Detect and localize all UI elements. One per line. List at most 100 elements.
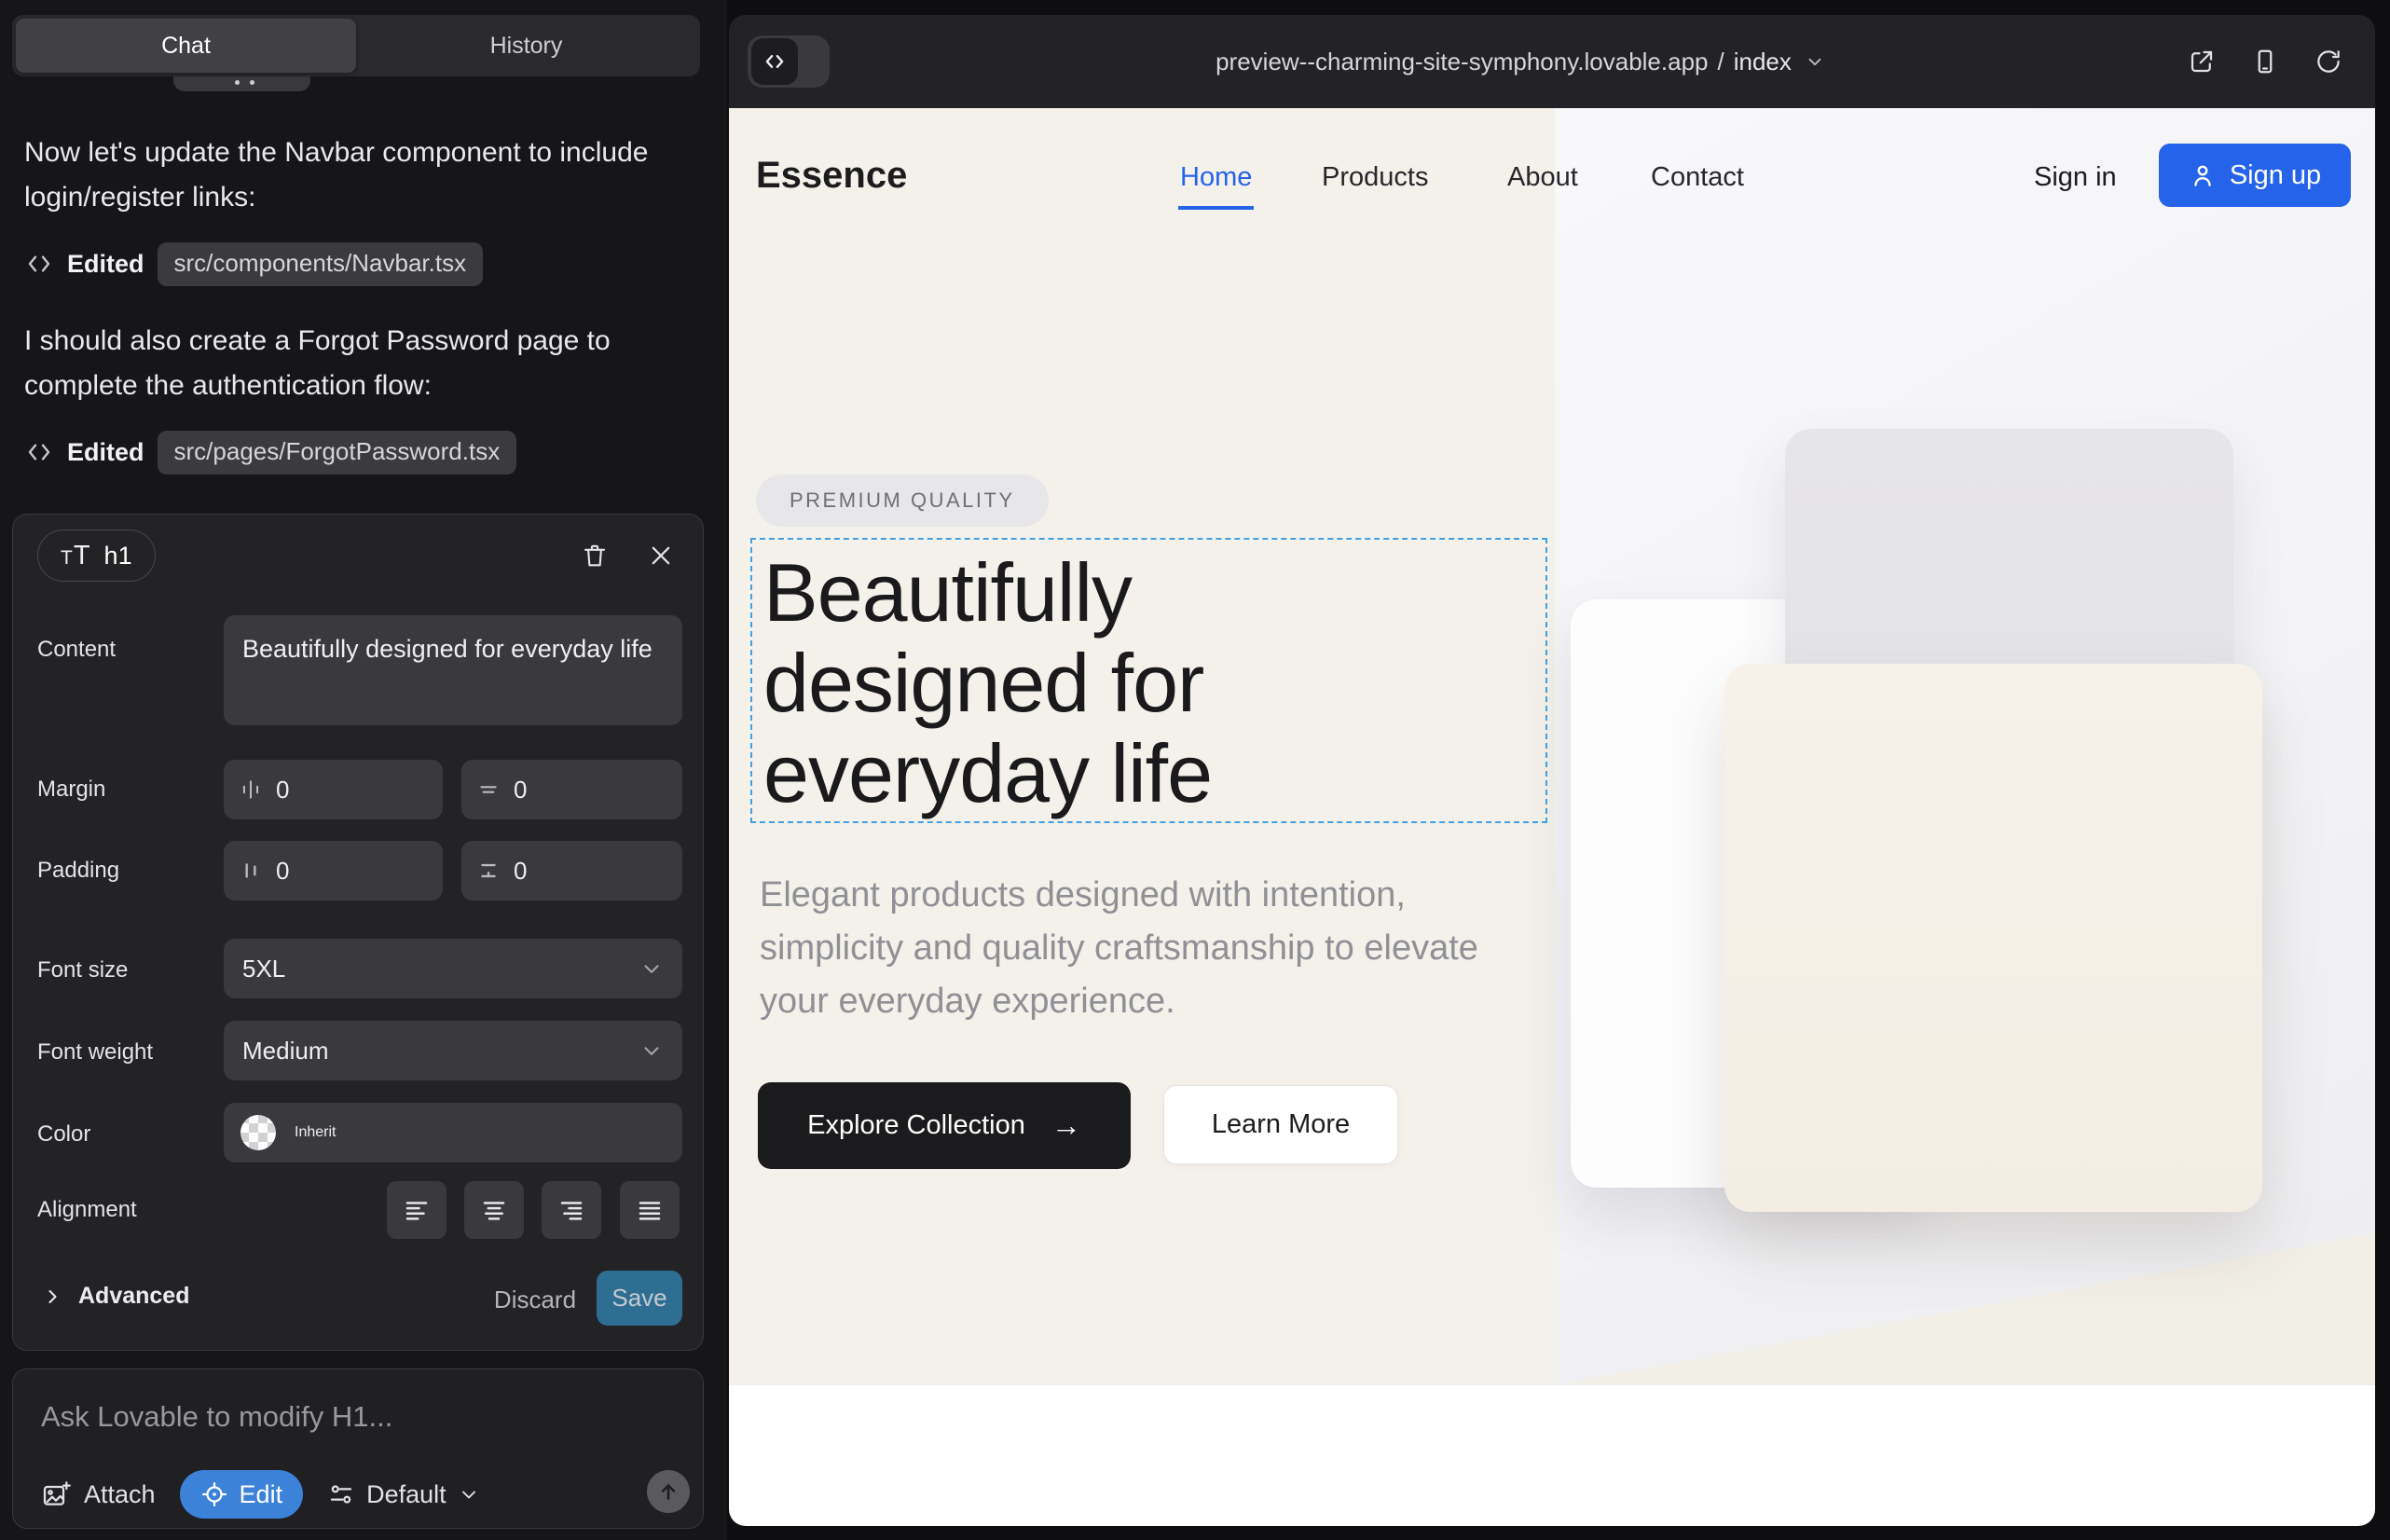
refresh-icon[interactable] [2310, 43, 2347, 80]
padding-horizontal-icon [239, 859, 263, 883]
assistant-message: I should also create a Forgot Password p… [24, 319, 692, 408]
model-mode-select[interactable]: Default [327, 1480, 480, 1509]
content-input[interactable]: Beautifully designed for everyday life [224, 615, 682, 725]
padding-label: Padding [37, 858, 119, 884]
advanced-toggle[interactable]: Advanced [41, 1283, 189, 1310]
prompt-box: Attach Edit Default [12, 1368, 704, 1529]
chevron-down-icon [639, 956, 664, 981]
attach-image-icon [41, 1479, 71, 1509]
align-left-button[interactable] [387, 1181, 446, 1239]
discard-button[interactable]: Discard [484, 1283, 586, 1316]
hero-paragraph: Elegant products designed with intention… [760, 869, 1515, 1028]
font-weight-select[interactable]: Medium [224, 1021, 682, 1080]
site-navbar: Essence Home Products About Contact Sign… [729, 108, 2375, 244]
attach-label: Attach [84, 1480, 156, 1509]
mode-label: Default [366, 1480, 446, 1509]
sliders-icon [327, 1480, 355, 1508]
save-button[interactable]: Save [597, 1271, 682, 1326]
site-logo[interactable]: Essence [756, 155, 907, 197]
heading-line: designed for [763, 638, 1212, 728]
toolbar-icons [2183, 15, 2347, 108]
open-external-icon[interactable] [2183, 43, 2220, 80]
arrow-right-icon: → [1051, 1108, 1081, 1143]
font-weight-label: Font weight [37, 1039, 153, 1066]
content-label: Content [37, 637, 116, 663]
nav-link-contact[interactable]: Contact [1651, 162, 1744, 193]
edited-file-row: Edited src/pages/ForgotPassword.tsx [24, 431, 516, 474]
margin-y-value[interactable] [514, 776, 607, 804]
tab-history[interactable]: History [356, 19, 696, 73]
edit-mode-pill[interactable]: Edit [180, 1470, 304, 1519]
code-icon [24, 437, 54, 467]
element-tag: h1 [104, 542, 132, 571]
dot [250, 80, 254, 85]
chevron-down-icon [1805, 51, 1825, 72]
code-icon [24, 249, 54, 279]
alignment-label: Alignment [37, 1197, 137, 1223]
explore-collection-button[interactable]: Explore Collection → [758, 1082, 1131, 1169]
font-size-label: Font size [37, 957, 128, 983]
margin-x-value[interactable] [276, 776, 369, 804]
margin-label: Margin [37, 777, 105, 803]
margin-horizontal-icon [239, 777, 263, 802]
dot [235, 80, 240, 85]
padding-x-value[interactable] [276, 857, 369, 886]
target-icon [200, 1480, 228, 1508]
page-name: index [1734, 48, 1792, 76]
mobile-view-icon[interactable] [2246, 43, 2284, 80]
nav-link-products[interactable]: Products [1322, 162, 1428, 193]
edited-file-chip[interactable]: src/components/Navbar.tsx [158, 242, 484, 286]
url-bar[interactable]: preview--charming-site-symphony.lovable.… [729, 15, 2343, 108]
path-separator: / [1718, 48, 1724, 76]
padding-x-input[interactable] [224, 841, 443, 901]
chat-sidebar: Chat History Now let's update the Navbar… [0, 0, 727, 1540]
padding-vertical-icon [476, 859, 501, 883]
padding-y-input[interactable] [461, 841, 682, 901]
font-size-select[interactable]: 5XL [224, 939, 682, 998]
edit-label: Edit [240, 1480, 283, 1509]
preview-browser-frame: preview--charming-site-symphony.lovable.… [729, 15, 2375, 1526]
prompt-actions: Attach Edit Default [41, 1470, 480, 1519]
learn-more-button[interactable]: Learn More [1163, 1085, 1398, 1164]
send-button[interactable] [647, 1470, 690, 1513]
edited-file-row: Edited src/components/Navbar.tsx [24, 242, 483, 285]
user-icon [2189, 161, 2217, 189]
margin-x-input[interactable] [224, 760, 443, 819]
lovable-app: Chat History Now let's update the Navbar… [0, 0, 2390, 1540]
edited-label: Edited [67, 250, 144, 279]
padding-y-value[interactable] [514, 857, 607, 886]
align-justify-button[interactable] [620, 1181, 680, 1239]
font-weight-value: Medium [242, 1037, 328, 1066]
color-swatch [240, 1115, 276, 1150]
sign-up-button[interactable]: Sign up [2159, 144, 2351, 207]
chevron-down-icon [458, 1483, 480, 1506]
browser-toolbar: preview--charming-site-symphony.lovable.… [729, 15, 2375, 108]
heading-line: everyday life [763, 728, 1212, 818]
site-viewport: Essence Home Products About Contact Sign… [729, 108, 2375, 1526]
align-center-button[interactable] [464, 1181, 524, 1239]
close-icon[interactable] [640, 535, 681, 576]
prompt-input[interactable] [41, 1394, 656, 1440]
color-select[interactable]: Inherit [224, 1103, 682, 1162]
type-icon: TT [61, 541, 91, 571]
align-right-button[interactable] [542, 1181, 601, 1239]
assistant-message: Now let's update the Navbar component to… [24, 131, 692, 220]
edited-file-chip[interactable]: src/pages/ForgotPassword.tsx [158, 431, 517, 474]
nav-link-about[interactable]: About [1507, 162, 1578, 193]
sign-up-label: Sign up [2230, 160, 2321, 191]
selected-element-pill: TT h1 [37, 529, 156, 582]
preview-domain: preview--charming-site-symphony.lovable.… [1216, 48, 1708, 76]
h1-selection-outline[interactable]: Beautifully designed for everyday life [750, 538, 1547, 823]
margin-y-input[interactable] [461, 760, 682, 819]
delete-element-button[interactable] [574, 535, 615, 576]
advanced-label: Advanced [78, 1283, 189, 1310]
hero-heading[interactable]: Beautifully designed for everyday life [763, 547, 1212, 818]
attach-button[interactable]: Attach [41, 1479, 156, 1509]
chat-history-tabbar: Chat History [12, 15, 700, 76]
font-size-value: 5XL [242, 955, 285, 983]
tab-chat[interactable]: Chat [16, 19, 356, 73]
heading-line: Beautifully [763, 547, 1212, 638]
color-value: Inherit [295, 1124, 336, 1141]
sign-in-button[interactable]: Sign in [2034, 162, 2117, 193]
nav-link-home[interactable]: Home [1180, 162, 1252, 193]
